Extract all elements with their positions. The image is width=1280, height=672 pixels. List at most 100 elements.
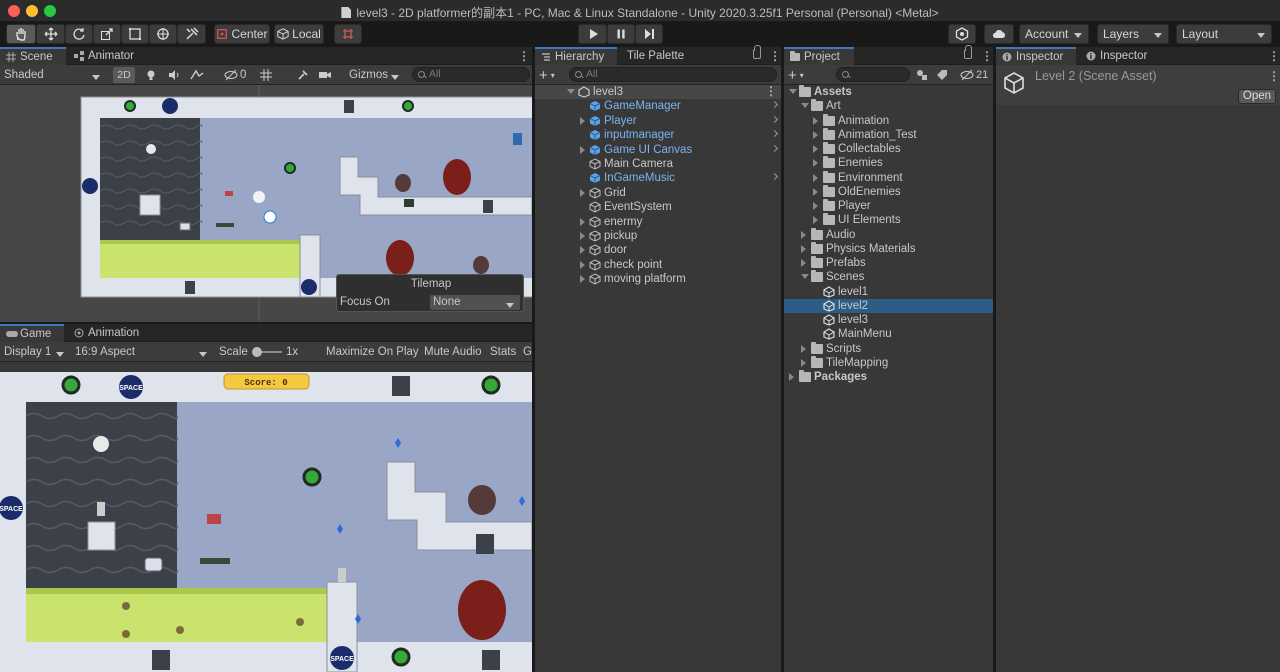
project-folder-item[interactable]: Prefabs [784,256,993,270]
project-folder-item[interactable]: Art [784,99,993,113]
project-folder-item[interactable]: UI Elements [784,213,993,227]
lock-icon[interactable] [964,45,972,59]
layout-dropdown[interactable]: Layout [1176,24,1272,44]
hierarchy-item[interactable]: Game UI Canvas [535,143,781,157]
project-scene-item[interactable]: level3 [784,313,993,327]
expand-arrow-icon[interactable] [813,173,818,182]
scene-effects-dropdown[interactable] [190,67,214,83]
tab-animator[interactable]: Animator [68,47,140,65]
hierarchy-item[interactable]: check point [535,258,781,272]
tab-inspector-2[interactable]: Inspector [1080,47,1153,65]
maximize-on-play-toggle[interactable]: Maximize On Play [326,344,419,360]
hierarchy-item[interactable]: pickup [535,229,781,243]
scale-slider[interactable] [252,344,282,360]
expand-arrow-icon[interactable] [801,244,806,253]
hierarchy-item[interactable]: enermy [535,215,781,229]
project-folder-item[interactable]: Collectables [784,142,993,156]
project-folder-item[interactable]: Enemies [784,156,993,170]
open-prefab-chevron-icon[interactable] [770,144,779,152]
expand-arrow-icon[interactable] [813,130,818,139]
expand-arrow-icon[interactable] [801,230,806,239]
scene-menu-icon[interactable]: ⋮ [518,49,530,63]
expand-arrow-icon[interactable] [813,216,818,225]
expand-arrow-icon[interactable] [580,116,585,125]
scale-tool-button[interactable] [93,24,121,44]
tab-game[interactable]: Game [0,324,64,342]
scene-row-menu-icon[interactable]: ⋮ [765,84,777,98]
tab-inspector-1[interactable]: Inspector [996,47,1076,65]
hierarchy-item[interactable]: Player [535,114,781,128]
project-folder-item[interactable]: Scenes [784,270,993,284]
scene-audio-toggle[interactable] [168,67,182,83]
project-search-input[interactable] [836,67,910,82]
tab-project[interactable]: Project [784,47,854,65]
project-folder-item[interactable]: Scripts [784,341,993,356]
display-dropdown[interactable]: Display 1 [2,344,70,360]
collab-button[interactable] [948,24,976,44]
project-folder-item[interactable]: Physics Materials [784,241,993,256]
asset-menu-icon[interactable]: ⋮ [1268,69,1280,83]
gizmos-dropdown[interactable]: Gizmos [347,67,405,83]
project-folder-item[interactable]: Assets [784,85,993,99]
custom-tool-button[interactable] [177,24,206,44]
expand-arrow-icon[interactable] [580,217,585,226]
play-button[interactable] [578,24,607,44]
hierarchy-item[interactable]: inputmanager [535,128,781,142]
project-folder-item[interactable]: Player [784,199,993,213]
transform-tool-button[interactable] [149,24,177,44]
hierarchy-item[interactable]: Main Camera [535,157,781,171]
focus-on-dropdown[interactable]: None [430,295,520,310]
expand-arrow-icon[interactable] [801,358,806,367]
stats-toggle[interactable]: Stats [490,344,516,360]
expand-arrow-icon[interactable] [801,259,806,267]
expand-arrow-icon[interactable] [801,103,809,109]
open-scene-button[interactable]: Open [1238,89,1276,104]
expand-arrow-icon[interactable] [789,89,797,94]
expand-arrow-icon[interactable] [580,232,585,240]
grid-snap-button[interactable] [334,24,362,44]
hierarchy-item[interactable]: InGameMusic [535,171,781,185]
project-scene-item[interactable]: MainMenu [784,327,993,341]
open-prefab-chevron-icon[interactable] [770,130,779,138]
hierarchy-item[interactable]: EventSystem [535,200,781,214]
pivot-center-toggle[interactable]: Center [214,24,270,44]
project-folder-item[interactable]: Environment [784,170,993,185]
expand-arrow-icon[interactable] [813,116,818,125]
project-folder-item[interactable]: OldEnemies [784,184,993,199]
tab-scene[interactable]: Scene [0,47,66,65]
grid-toggle[interactable] [260,67,290,83]
layers-dropdown[interactable]: Layers [1097,24,1169,44]
project-folder-item[interactable]: Packages [784,370,993,384]
expand-arrow-icon[interactable] [580,145,585,154]
account-dropdown[interactable]: Account [1019,24,1089,44]
expand-arrow-icon[interactable] [813,159,818,168]
mode-2d-toggle[interactable]: 2D [113,67,135,83]
pause-button[interactable] [607,24,635,44]
step-button[interactable] [635,24,663,44]
shading-mode-dropdown[interactable]: Shaded [2,67,106,83]
tab-animation[interactable]: Animation [68,324,145,342]
gizmos-toggle[interactable]: Gi [523,344,532,360]
expand-arrow-icon[interactable] [580,260,585,269]
rect-tool-button[interactable] [121,24,149,44]
expand-arrow-icon[interactable] [801,344,806,353]
aspect-dropdown[interactable]: 16:9 Aspect [73,344,213,360]
tab-hierarchy[interactable]: Hierarchy [535,47,617,65]
tools-toggle[interactable] [297,67,311,83]
hand-tool-button[interactable] [6,24,36,44]
expand-arrow-icon[interactable] [580,275,585,284]
rotate-tool-button[interactable] [65,24,93,44]
lock-icon[interactable] [753,45,761,59]
project-scene-item[interactable]: level1 [784,285,993,299]
tab-tile-palette[interactable]: Tile Palette [621,47,690,65]
project-folder-item[interactable]: Animation_Test [784,127,993,142]
project-create-button[interactable]: + ▾ [788,67,804,84]
scene-root-row[interactable]: level3 ⋮ [535,84,781,99]
hierarchy-menu-icon[interactable]: ⋮ [769,49,781,63]
expand-arrow-icon[interactable] [801,274,809,280]
expand-arrow-icon[interactable] [580,188,585,197]
expand-arrow-icon[interactable] [789,373,794,381]
hierarchy-item[interactable]: GameManager [535,99,781,113]
open-prefab-chevron-icon[interactable] [770,173,779,181]
hidden-objects-toggle[interactable]: 0 [224,67,254,83]
